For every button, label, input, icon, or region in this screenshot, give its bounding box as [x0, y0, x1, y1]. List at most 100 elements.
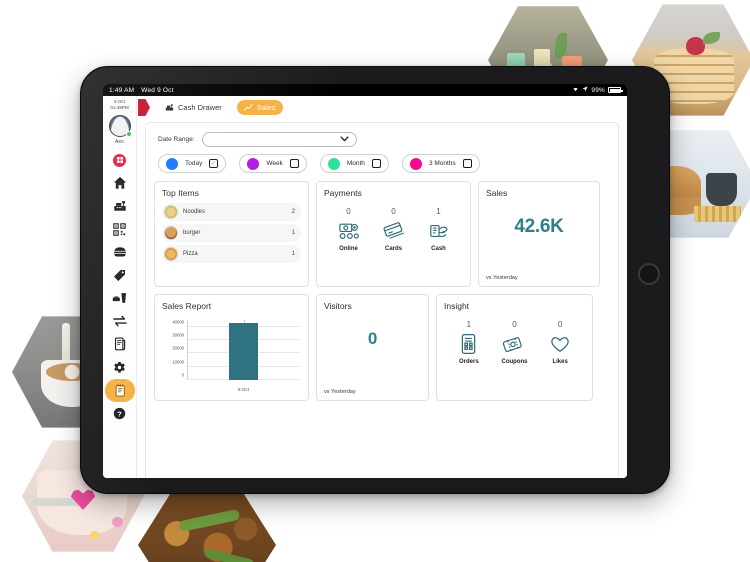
- avatar[interactable]: [108, 115, 132, 138]
- filter-checkbox[interactable]: [462, 159, 472, 168]
- tab-cash-drawer[interactable]: Cash Drawer: [158, 100, 229, 115]
- item-quantity: 1: [291, 251, 295, 257]
- metric-caption: Cards: [384, 246, 402, 252]
- swap-arrows-icon: [112, 315, 127, 327]
- chart-y-tick-label: 10000: [172, 359, 184, 365]
- burger-thumbnail: [164, 226, 178, 240]
- payments-metrics: 0 Online 0 Cards 1 Cash: [324, 203, 463, 252]
- metric-value: 0: [391, 207, 396, 216]
- sales-panel: Date Range: Today ✓ Week Month 3 Months …: [145, 122, 619, 478]
- filter-pills: Today ✓ Week Month 3 Months: [158, 154, 610, 173]
- sidebar-item-settings[interactable]: [105, 356, 135, 379]
- filter-label: Month: [346, 160, 365, 167]
- chevron-down-icon: [339, 135, 349, 144]
- tab-sales[interactable]: Sales: [236, 100, 283, 115]
- item-name: Pizza: [183, 251, 198, 257]
- sidebar-item-qr-code[interactable]: [105, 218, 135, 241]
- gear-icon: [113, 361, 126, 374]
- sidebar-item-receipts[interactable]: [105, 333, 135, 356]
- burger-icon: [113, 246, 127, 258]
- filter-pill-3-months[interactable]: 3 Months: [401, 154, 480, 173]
- card-title: Visitors: [324, 301, 352, 311]
- cash-hand-icon: [429, 218, 449, 244]
- sidebar-item-transfers[interactable]: [105, 310, 135, 333]
- filter-checkbox[interactable]: [371, 159, 381, 168]
- sidebar: 9 Oct 01:49PM Aeo ?: [103, 96, 137, 478]
- filter-checkbox[interactable]: [289, 159, 299, 168]
- card-sales-report: Sales Report 0 10000 20000 30000 40000 9 Oct: [154, 294, 309, 401]
- sidebar-item-register[interactable]: [105, 195, 135, 218]
- metric-cash[interactable]: 1 Cash: [418, 207, 460, 252]
- metric-value: 0: [346, 207, 351, 216]
- list-item[interactable]: burger 1: [162, 224, 301, 242]
- metric-caption: Coupons: [501, 359, 528, 365]
- filter-label: Today: [185, 160, 203, 167]
- status-time: 1:49 AM: [109, 86, 135, 94]
- online-status-dot: [125, 131, 132, 138]
- item-quantity: 1: [291, 230, 295, 236]
- color-dot: [327, 157, 340, 170]
- date-range-select[interactable]: [201, 132, 357, 147]
- card-sales: Sales 42.6K vs Yesterday: [478, 181, 600, 287]
- metric-caption: Likes: [552, 359, 568, 365]
- hexagon-photo-stirfry: [138, 490, 276, 562]
- filter-label: 3 Months: [428, 160, 456, 167]
- metric-online[interactable]: 0 Online: [328, 207, 370, 252]
- status-date: Wed 9 Oct: [141, 86, 174, 94]
- sidebar-item-home[interactable]: [105, 172, 135, 195]
- metric-cards[interactable]: 0 Cards: [373, 207, 415, 252]
- sidebar-item-help[interactable]: ?: [105, 402, 135, 425]
- chart-y-tick-label: 30000: [172, 332, 184, 338]
- card-insight: Insight 1 Orders 0 Coupons 0 Likes: [436, 294, 593, 401]
- red-grid-badge-icon: [113, 153, 126, 167]
- color-dot: [247, 157, 260, 170]
- pos-app: 9 Oct 01:49PM Aeo ? Cash Drawer Sales Da…: [103, 96, 627, 478]
- drink-meal-icon: [112, 292, 127, 304]
- filter-checkbox[interactable]: ✓: [209, 159, 219, 168]
- tab-bar: Cash Drawer Sales: [136, 99, 619, 116]
- chart-y-tick-label: 0: [181, 372, 184, 378]
- comparison-label: vs Yesterday: [486, 275, 518, 281]
- filter-pill-today[interactable]: Today ✓: [158, 154, 227, 173]
- insight-metrics: 1 Orders 0 Coupons 0 Likes: [444, 316, 585, 365]
- wifi-icon: [572, 86, 579, 94]
- receipt-icon: [114, 337, 126, 351]
- card-title: Top Items: [162, 188, 199, 198]
- chart-icon: [243, 103, 253, 112]
- pizza-thumbnail: [164, 247, 178, 261]
- chart-y-tick-label: 40000: [172, 319, 184, 325]
- date-range-label: Date Range:: [158, 136, 195, 143]
- chart-bar[interactable]: [228, 323, 259, 380]
- filter-pill-week[interactable]: Week: [239, 154, 307, 173]
- metric-coupons[interactable]: 0 Coupons: [493, 320, 535, 365]
- comparison-label: vs Yesterday: [324, 389, 356, 395]
- card-top-items: Top Items Noodles 2 burger 1 Pizza 1: [154, 181, 309, 287]
- red-arrow-tab-icon[interactable]: [138, 99, 150, 116]
- mobile-order-icon: [460, 331, 477, 357]
- card-title: Payments: [324, 188, 362, 198]
- home-button[interactable]: [638, 263, 660, 285]
- metric-value: 1: [466, 320, 472, 329]
- card-visitors: Visitors 0 vs Yesterday: [316, 294, 429, 401]
- sidebar-item-menu-items[interactable]: [105, 241, 135, 264]
- metric-orders[interactable]: 1 Orders: [448, 320, 490, 365]
- metric-likes[interactable]: 0 Likes: [539, 320, 581, 365]
- chart-x-tick-label: 9 Oct: [238, 387, 249, 392]
- list-item[interactable]: Noodles 2: [162, 203, 301, 221]
- dashboard-row-1: Top Items Noodles 2 burger 1 Pizza 1 Pay…: [154, 181, 610, 287]
- metric-value: 1: [436, 207, 441, 216]
- cash-register-icon: [165, 103, 174, 112]
- sales-value: 42.6K: [514, 216, 564, 237]
- filter-pill-month[interactable]: Month: [319, 154, 389, 173]
- card-title: Insight: [444, 301, 470, 311]
- sidebar-item-offers[interactable]: [105, 264, 135, 287]
- sidebar-item-reports[interactable]: [104, 378, 135, 402]
- sidebar-item-notifications[interactable]: [105, 149, 135, 172]
- list-item[interactable]: Pizza 1: [162, 245, 301, 263]
- question-mark-icon: ?: [113, 407, 126, 420]
- ios-status-bar: 1:49 AM Wed 9 Oct 99%: [103, 84, 627, 96]
- sales-report-bar-chart: 0 10000 20000 30000 40000 9 Oct: [162, 316, 302, 394]
- avatar-label: Aeo: [115, 138, 124, 145]
- filter-label: Week: [266, 160, 283, 167]
- sidebar-item-combos[interactable]: [105, 287, 135, 310]
